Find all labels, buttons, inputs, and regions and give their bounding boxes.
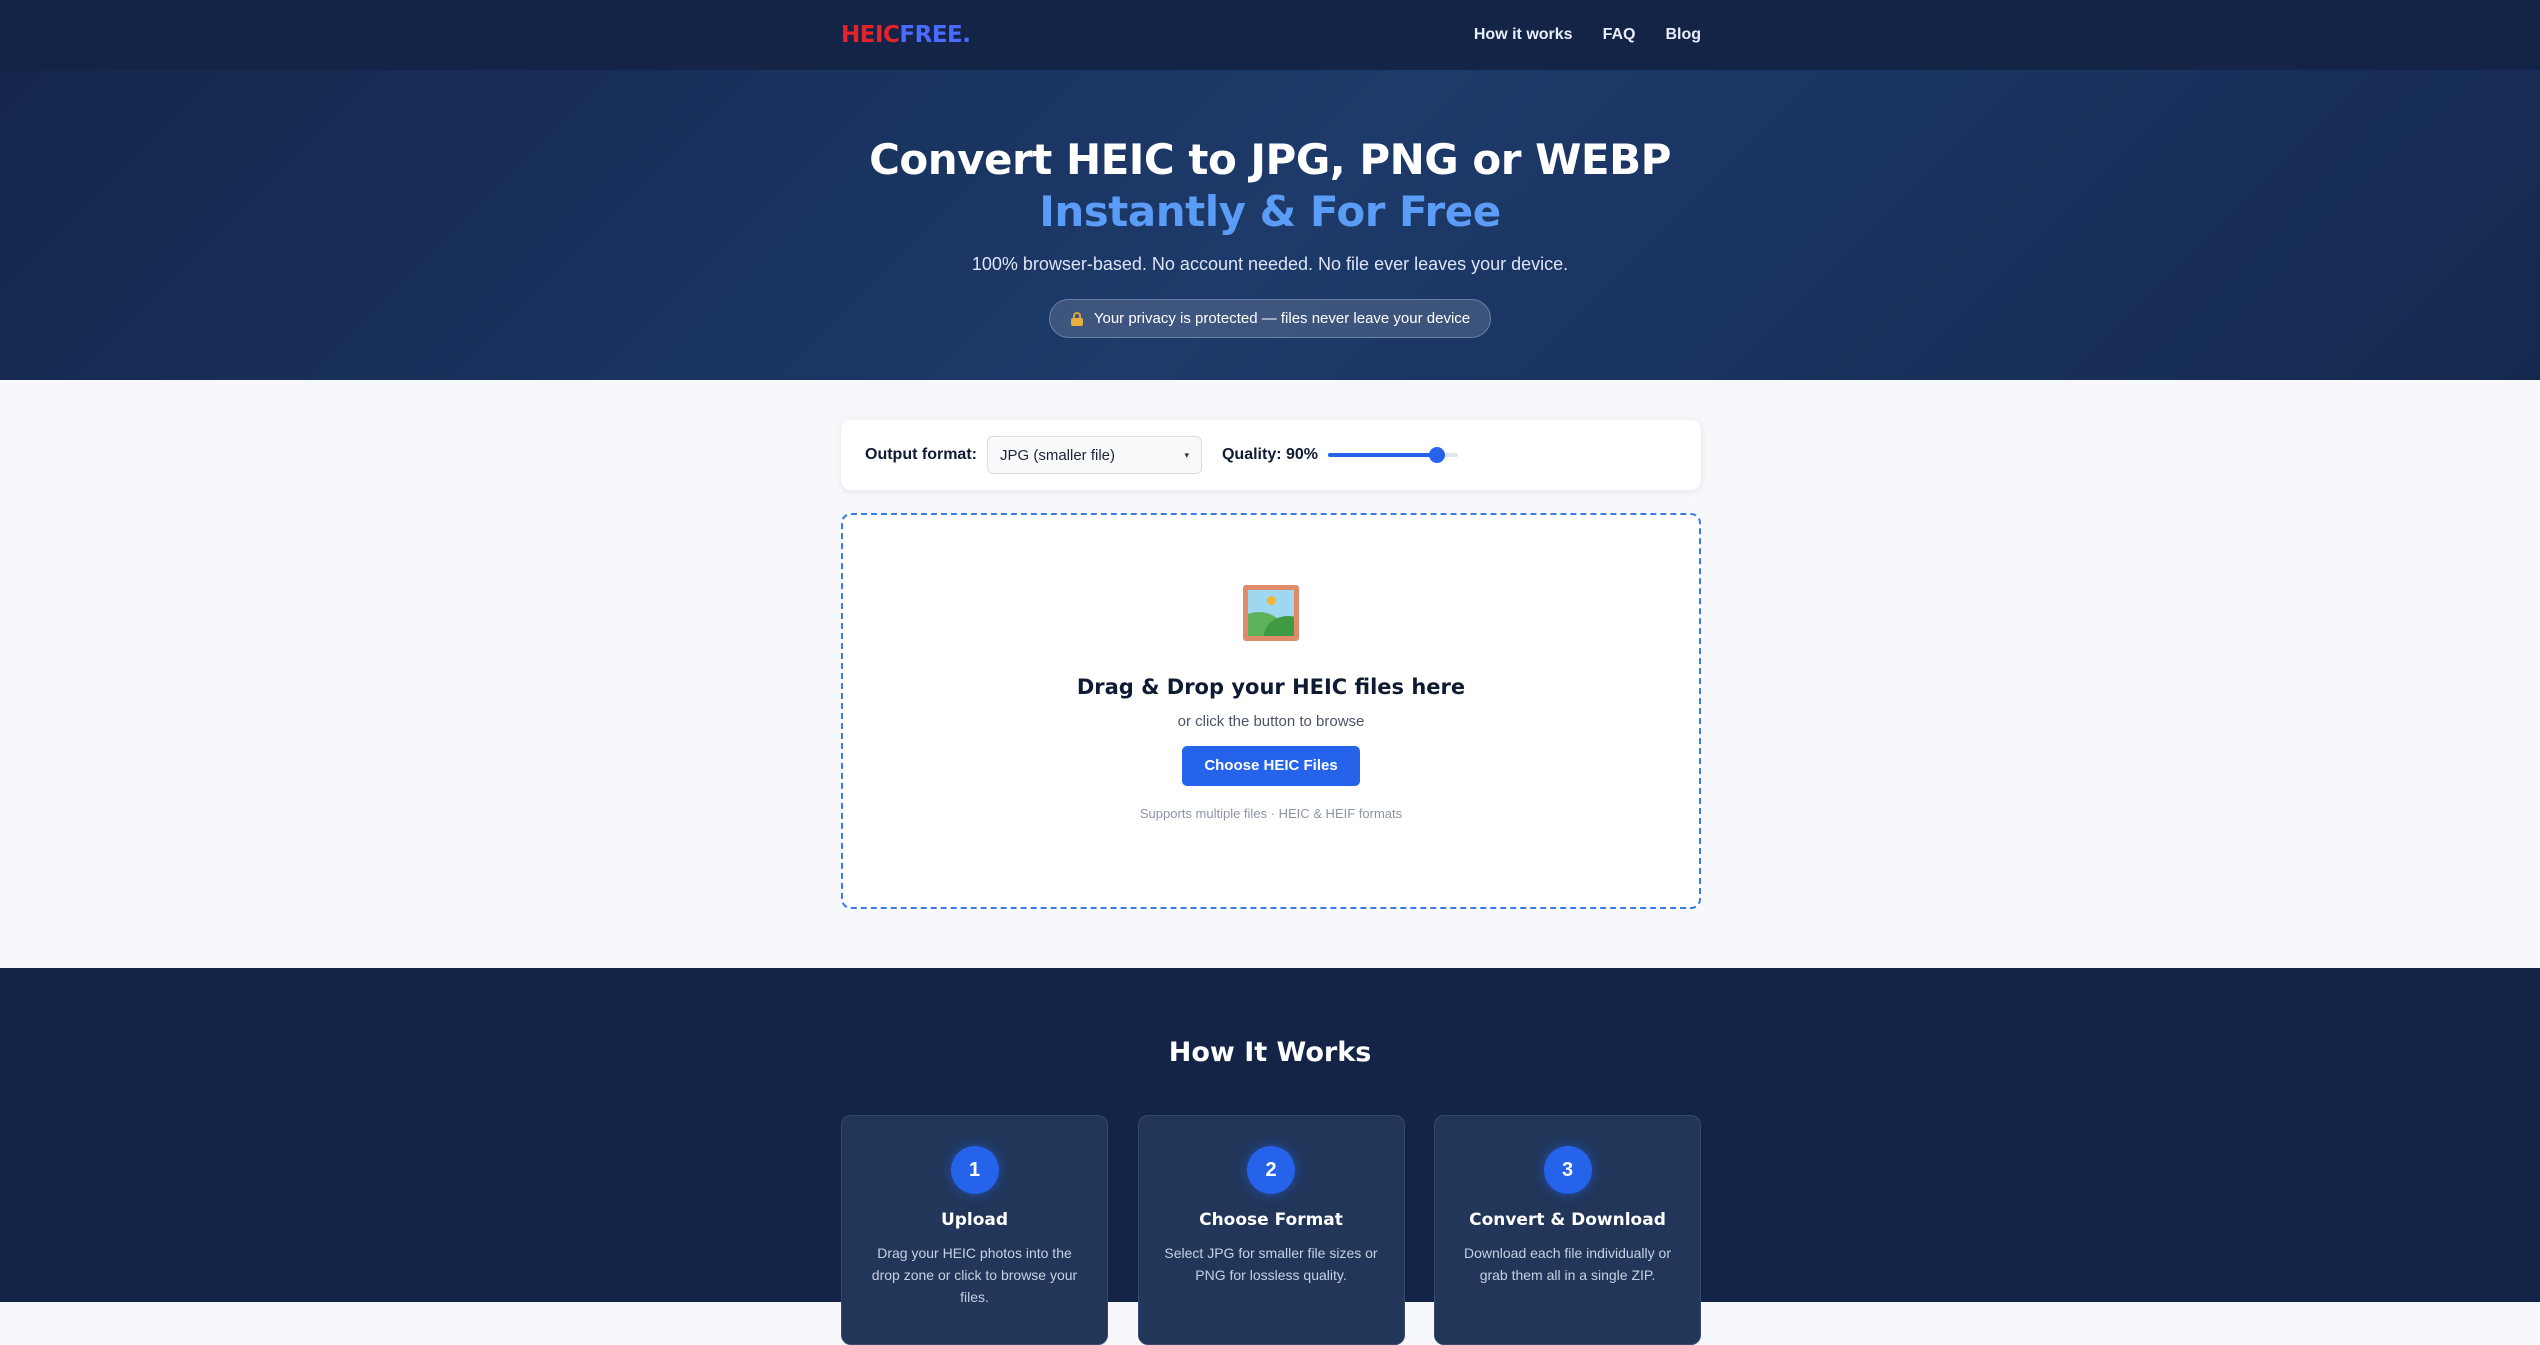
hero-section: Convert HEIC to JPG, PNG or WEBP Instant… bbox=[0, 70, 2540, 380]
how-it-works-title: How It Works bbox=[1168, 1037, 1372, 1068]
drop-zone-subtitle: or click the button to browse bbox=[1177, 713, 1365, 730]
lock-icon bbox=[1070, 311, 1084, 326]
nav-link-how-it-works[interactable]: How it works bbox=[1474, 26, 1573, 44]
output-format-select[interactable]: JPG (smaller file) ▾ bbox=[986, 436, 1202, 474]
privacy-badge-text: Your privacy is protected — files never … bbox=[1093, 310, 1471, 327]
logo-free: FREE. bbox=[899, 22, 971, 48]
logo-heic: HEIC bbox=[841, 22, 900, 48]
settings-bar: Output format: JPG (smaller file) ▾ Qual… bbox=[841, 420, 1701, 490]
drop-zone-title: Drag & Drop your HEIC files here bbox=[1076, 675, 1466, 699]
step-description: Select JPG for smaller file sizes or PNG… bbox=[1164, 1245, 1378, 1283]
supported-formats-hint: Supports multiple files · HEIC & HEIF fo… bbox=[1139, 806, 1403, 821]
nav-link-blog[interactable]: Blog bbox=[1665, 26, 1701, 44]
picture-icon bbox=[1243, 585, 1299, 641]
hero-subtitle: 100% browser-based. No account needed. N… bbox=[971, 254, 1569, 274]
step-card-upload: 1 Upload Drag your HEIC photos into the … bbox=[841, 1115, 1108, 1345]
steps-list: 1 Upload Drag your HEIC photos into the … bbox=[841, 1115, 1701, 1345]
step-number-badge: 3 bbox=[1543, 1146, 1592, 1194]
top-navbar: HEICFREE. How it works FAQ Blog bbox=[0, 0, 2540, 70]
step-number-badge: 1 bbox=[950, 1146, 999, 1194]
quality-slider[interactable] bbox=[1328, 445, 1459, 465]
drop-zone[interactable]: Drag & Drop your HEIC files here or clic… bbox=[841, 513, 1701, 909]
main-nav: How it works FAQ Blog bbox=[1474, 26, 1701, 44]
how-it-works-section: How It Works 1 Upload Drag your HEIC pho… bbox=[0, 968, 2540, 1345]
step-number-badge: 2 bbox=[1247, 1146, 1295, 1194]
chevron-down-icon: ▾ bbox=[1184, 449, 1189, 460]
step-description: Drag your HEIC photos into the drop zone… bbox=[871, 1245, 1078, 1305]
navbar-container: HEICFREE. How it works FAQ Blog bbox=[841, 0, 1701, 70]
hero-title: Convert HEIC to JPG, PNG or WEBP bbox=[869, 135, 1671, 184]
hero-title-accent: Instantly & For Free bbox=[1039, 187, 1501, 236]
step-description: Download each file individually or grab … bbox=[1463, 1245, 1671, 1283]
step-title: Convert & Download bbox=[1469, 1210, 1666, 1230]
choose-files-button[interactable]: Choose HEIC Files bbox=[1182, 746, 1360, 786]
step-title: Upload bbox=[940, 1210, 1009, 1230]
output-format-value: JPG (smaller file) bbox=[999, 446, 1115, 464]
step-title: Choose Format bbox=[1199, 1210, 1343, 1230]
slider-thumb[interactable] bbox=[1429, 447, 1446, 463]
privacy-badge: Your privacy is protected — files never … bbox=[1048, 299, 1492, 338]
output-format-label: Output format: bbox=[865, 446, 977, 463]
step-card-choose-format: 2 Choose Format Select JPG for smaller f… bbox=[1137, 1115, 1405, 1345]
quality-label: Quality: 90% bbox=[1221, 446, 1319, 463]
nav-link-faq[interactable]: FAQ bbox=[1603, 26, 1636, 44]
step-card-convert-download: 3 Convert & Download Download each file … bbox=[1434, 1115, 1701, 1345]
slider-fill bbox=[1328, 453, 1438, 457]
site-logo[interactable]: HEICFREE. bbox=[841, 22, 971, 48]
converter-section: Output format: JPG (smaller file) ▾ Qual… bbox=[0, 380, 2540, 968]
